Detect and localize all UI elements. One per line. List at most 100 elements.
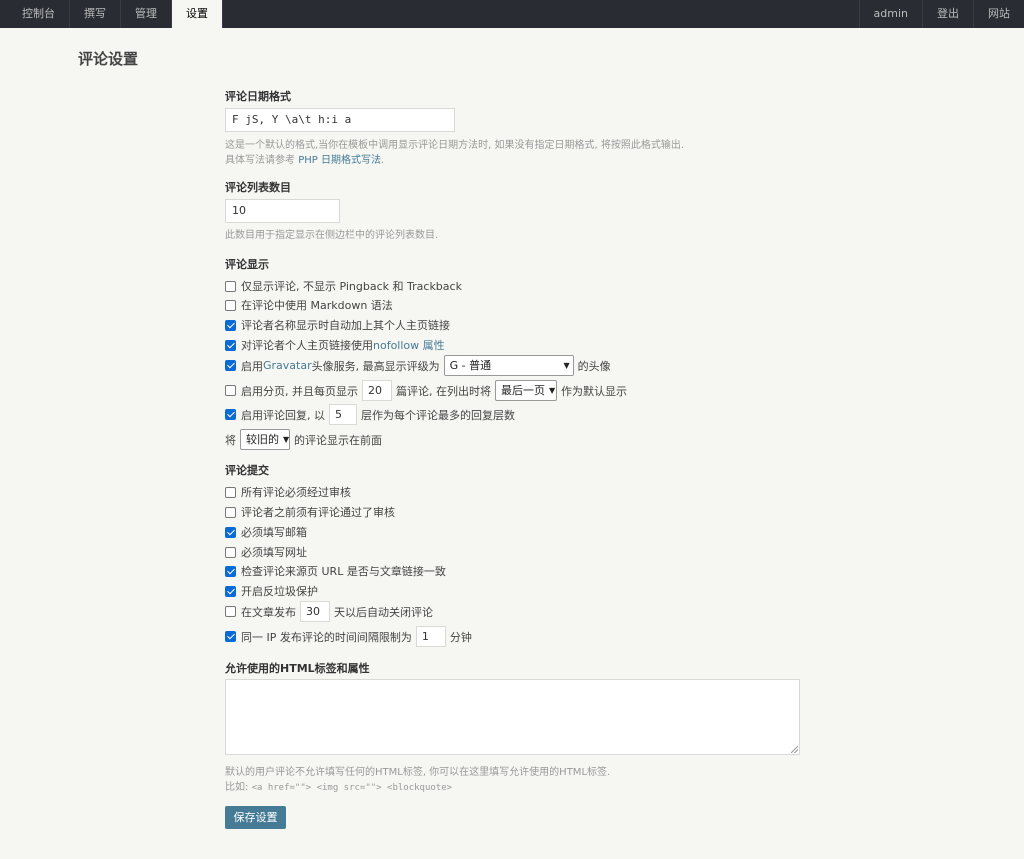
save-settings-button[interactable]: 保存设置 xyxy=(225,806,286,829)
submit-opt8-prefix: 同一 IP 发布评论的时间间隔限制为 xyxy=(241,630,412,644)
default-page-select[interactable]: 最后一页 ▼ xyxy=(495,380,557,401)
list-count-desc: 此数目用于指定显示在侧边栏中的评论列表数目. xyxy=(225,230,439,241)
list-count-input[interactable]: 10 xyxy=(225,199,340,223)
page-size-input[interactable]: 20 xyxy=(362,380,392,401)
resize-handle-icon[interactable] xyxy=(791,746,798,753)
submit-option-referer: 检查评论来源页 URL 是否与文章链接一致 xyxy=(225,563,446,579)
html-tags-desc-line1: 默认的用户评论不允许填写任何的HTML标签, 你可以在这里填写允许使用的HTML… xyxy=(225,767,611,778)
checkbox-only-comments[interactable] xyxy=(225,280,236,292)
nav-item-logout[interactable]: 登出 xyxy=(922,0,973,28)
nav-item-dashboard[interactable]: 控制台 xyxy=(0,0,70,28)
default-page-value: 最后一页 xyxy=(501,384,545,397)
html-tags-title: 允许使用的HTML标签和属性 xyxy=(225,662,370,675)
display-option-gravatar: 启用 Gravatar 头像服务, 最高显示评级为 G - 普通 ▼ 的头像 xyxy=(225,355,611,376)
submit-opt8-suffix: 分钟 xyxy=(449,630,472,644)
checkbox-require-email[interactable] xyxy=(225,526,236,538)
display-opt1-label: 仅显示评论, 不显示 Pingback 和 Trackback xyxy=(241,280,462,293)
display-option-pagination: 启用分页, 并且每页显示 20 篇评论, 在列出时将 最后一页 ▼ 作为默认显示 xyxy=(225,380,627,401)
nav-item-settings[interactable]: 设置 xyxy=(172,0,223,28)
list-count-title: 评论列表数目 xyxy=(225,181,291,194)
display-option-homepage-link: 评论者名称显示时自动加上其个人主页链接 xyxy=(225,317,450,333)
submit-option-interval: 同一 IP 发布评论的时间间隔限制为 1 分钟 xyxy=(225,626,472,647)
checkbox-gravatar[interactable] xyxy=(225,360,236,371)
submit-title: 评论提交 xyxy=(225,464,269,477)
checkbox-check-referer[interactable] xyxy=(225,565,236,577)
auto-close-days-input[interactable]: 30 xyxy=(300,601,330,622)
checkbox-auto-close[interactable] xyxy=(225,606,236,617)
submit-opt4-label: 必须填写网址 xyxy=(241,546,307,559)
display-opt5-suffix: 的头像 xyxy=(577,359,611,373)
gravatar-link[interactable]: Gravatar xyxy=(263,359,312,372)
display-opt4-prefix: 对评论者个人主页链接使用 xyxy=(241,339,373,352)
checkbox-antispam[interactable] xyxy=(225,585,236,597)
html-tags-desc: 默认的用户评论不允许填写任何的HTML标签, 你可以在这里填写允许使用的HTML… xyxy=(225,765,610,796)
date-format-desc-line1: 这是一个默认的格式,当你在模板中调用显示评论日期方法时, 如果没有指定日期格式,… xyxy=(225,140,685,151)
display-opt7-prefix: 启用评论回复, 以 xyxy=(241,408,325,422)
submit-opt2-label: 评论者之前须有评论通过了审核 xyxy=(241,506,395,519)
display-opt3-label: 评论者名称显示时自动加上其个人主页链接 xyxy=(241,319,450,332)
checkbox-homepage-link[interactable] xyxy=(225,319,236,331)
submit-option-email: 必须填写邮箱 xyxy=(225,524,307,540)
html-tags-desc-line2: 比如: <a href=""> <img src=""> <blockquote… xyxy=(225,780,610,796)
top-nav: 控制台 撰写 管理 设置 admin 登出 网站 xyxy=(0,0,1024,28)
nav-item-write[interactable]: 撰写 xyxy=(70,0,121,28)
display-title: 评论显示 xyxy=(225,258,269,271)
display-opt7-suffix: 层作为每个评论最多的回复层数 xyxy=(361,408,515,422)
submit-option-url: 必须填写网址 xyxy=(225,544,307,560)
display-opt6-mid: 篇评论, 在列出时将 xyxy=(396,384,491,398)
date-format-title: 评论日期格式 xyxy=(225,90,291,103)
chevron-down-icon: ▼ xyxy=(563,361,570,370)
page-title: 评论设置 xyxy=(78,50,139,68)
display-option-markdown: 在评论中使用 Markdown 语法 xyxy=(225,297,393,313)
display-opt5-mid: 头像服务, 最高显示评级为 xyxy=(311,359,440,373)
date-format-desc-suffix: . xyxy=(380,155,385,166)
date-format-input[interactable]: F jS, Y \a\t h:i a xyxy=(225,108,455,132)
submit-option-review: 所有评论必须经过审核 xyxy=(225,484,351,500)
gravatar-rating-select[interactable]: G - 普通 ▼ xyxy=(443,355,574,376)
chevron-down-icon: ▼ xyxy=(283,435,290,444)
checkbox-markdown[interactable] xyxy=(225,299,236,311)
submit-opt3-label: 必须填写邮箱 xyxy=(241,526,307,539)
checkbox-previous-approved[interactable] xyxy=(225,506,236,518)
submit-option-previous-approved: 评论者之前须有评论通过了审核 xyxy=(225,504,395,520)
submit-opt7-suffix: 天以后自动关闭评论 xyxy=(334,605,433,619)
display-opt6-prefix: 启用分页, 并且每页显示 xyxy=(241,384,358,398)
checkbox-require-url[interactable] xyxy=(225,546,236,558)
display-option-pingback: 仅显示评论, 不显示 Pingback 和 Trackback xyxy=(225,278,462,294)
nav-right: admin 登出 网站 xyxy=(858,0,1024,28)
display-opt5-prefix: 启用 xyxy=(241,359,263,373)
php-date-format-link[interactable]: PHP 日期格式写法 xyxy=(298,155,381,166)
nav-left: 控制台 撰写 管理 设置 xyxy=(0,0,223,28)
checkbox-interval-limit[interactable] xyxy=(225,631,236,642)
order-prefix: 将 xyxy=(225,433,236,447)
gravatar-rating-value: G - 普通 xyxy=(449,359,492,372)
checkbox-require-review[interactable] xyxy=(225,486,236,498)
html-tags-textarea[interactable] xyxy=(225,679,800,755)
html-tags-desc-prefix: 比如: xyxy=(225,782,252,793)
display-option-reply: 启用评论回复, 以 5 层作为每个评论最多的回复层数 xyxy=(225,404,515,425)
submit-option-auto-close: 在文章发布 30 天以后自动关闭评论 xyxy=(225,601,433,622)
display-option-order: 将 较旧的 ▼ 的评论显示在前面 xyxy=(225,429,382,450)
display-opt2-label: 在评论中使用 Markdown 语法 xyxy=(241,299,393,312)
date-format-desc-prefix: 具体写法请参考 xyxy=(225,155,299,166)
date-format-desc: 这是一个默认的格式,当你在模板中调用显示评论日期方法时, 如果没有指定日期格式,… xyxy=(225,138,684,168)
nav-item-manage[interactable]: 管理 xyxy=(121,0,172,28)
checkbox-reply[interactable] xyxy=(225,409,236,420)
reply-depth-input[interactable]: 5 xyxy=(329,404,357,425)
submit-opt1-label: 所有评论必须经过审核 xyxy=(241,486,351,499)
checkbox-nofollow[interactable] xyxy=(225,339,236,351)
submit-option-antispam: 开启反垃圾保护 xyxy=(225,583,318,599)
checkbox-pagination[interactable] xyxy=(225,385,236,396)
interval-minutes-input[interactable]: 1 xyxy=(415,626,446,647)
order-suffix: 的评论显示在前面 xyxy=(294,433,382,447)
comment-order-value: 较旧的 xyxy=(246,433,279,446)
nofollow-link[interactable]: nofollow 属性 xyxy=(373,337,445,353)
nav-item-website[interactable]: 网站 xyxy=(973,0,1024,28)
comment-order-select[interactable]: 较旧的 ▼ xyxy=(240,429,290,450)
nav-item-admin[interactable]: admin xyxy=(858,0,922,28)
submit-opt5-label: 检查评论来源页 URL 是否与文章链接一致 xyxy=(241,565,446,578)
html-tags-example: <a href=""> <img src=""> <blockquote> xyxy=(251,783,453,793)
chevron-down-icon: ▼ xyxy=(549,386,556,395)
submit-opt7-prefix: 在文章发布 xyxy=(241,605,296,619)
display-opt6-suffix: 作为默认显示 xyxy=(561,384,627,398)
